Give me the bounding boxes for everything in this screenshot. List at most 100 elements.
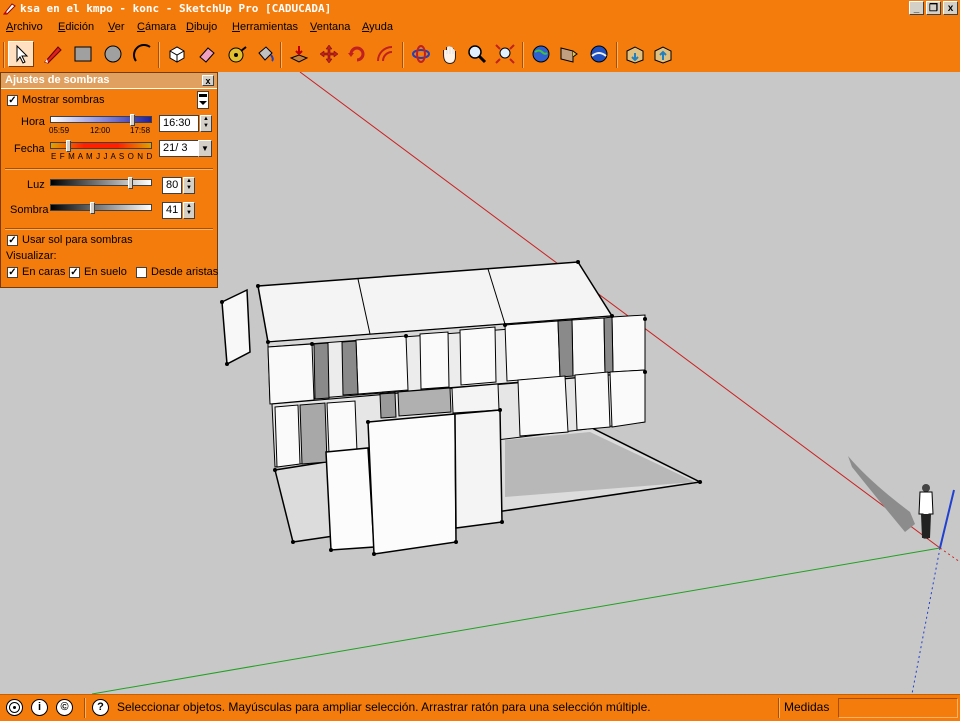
offset-tool-button[interactable]	[372, 41, 398, 67]
date-label: Fecha	[14, 143, 45, 155]
paint-bucket-icon	[258, 46, 274, 62]
chevron-down-icon	[199, 101, 207, 105]
menu-ver[interactable]: Ver	[108, 21, 125, 33]
make-component-tool-button[interactable]	[164, 41, 190, 67]
measurements-field[interactable]	[838, 698, 958, 718]
pencil-tool-button[interactable]	[40, 41, 66, 67]
close-button[interactable]: x	[943, 1, 958, 15]
share-model-tool-button[interactable]	[556, 41, 582, 67]
make-component-icon	[169, 46, 185, 63]
shade-slider-thumb[interactable]	[89, 202, 95, 214]
paint-bucket-tool-button[interactable]	[252, 41, 278, 67]
menu-edicion[interactable]: Edición	[58, 21, 94, 33]
red-axis-dashed	[939, 547, 960, 563]
hour-min: 05:59	[49, 126, 70, 135]
date-slider[interactable]	[50, 142, 152, 149]
menu-ventana[interactable]: Ventana	[310, 21, 350, 33]
zoom-tool-button[interactable]	[464, 41, 490, 67]
panel-close-button[interactable]: x	[202, 75, 214, 86]
eraser-tool-button[interactable]	[194, 41, 220, 67]
select-tool-button[interactable]	[8, 41, 34, 67]
orbit-tool-button[interactable]	[408, 41, 434, 67]
toolbar-grip	[3, 42, 5, 68]
menu-camara[interactable]: Cámara	[137, 21, 176, 33]
toolbar-separator	[616, 42, 618, 68]
status-separator	[84, 698, 86, 718]
info-icon[interactable]: i	[31, 699, 48, 716]
light-spinner[interactable]: ▲ ▼	[183, 177, 195, 194]
arc-tool-button[interactable]	[130, 41, 156, 67]
move-icon	[319, 44, 339, 64]
hour-max: 17:58	[130, 126, 151, 135]
tape-measure-tool-button[interactable]	[224, 41, 250, 67]
panel-divider	[5, 168, 213, 170]
shade-label: Sombra	[10, 204, 49, 216]
light-slider[interactable]	[50, 179, 152, 186]
rectangle-tool-button[interactable]	[70, 41, 96, 67]
from-edges-label: Desde aristas	[151, 266, 219, 278]
date-field[interactable]: 21/ 3	[159, 140, 199, 157]
orbit-icon	[412, 45, 430, 63]
date-months: E F M A M J J A S O N D	[51, 152, 153, 161]
select-icon	[16, 44, 29, 64]
warehouse-tool-button[interactable]	[622, 41, 648, 67]
help-icon[interactable]: ?	[92, 699, 109, 716]
light-slider-thumb[interactable]	[127, 177, 133, 189]
zoom-extents-tool-button[interactable]	[492, 41, 518, 67]
circle-icon	[104, 45, 122, 63]
status-message: Seleccionar objetos. Mayúsculas para amp…	[117, 700, 651, 714]
human-figure	[918, 484, 934, 539]
shade-field[interactable]: 41	[162, 202, 182, 219]
push-pull-icon	[289, 46, 309, 63]
menu-archivo[interactable]: Archivo	[6, 21, 43, 33]
hour-slider-thumb[interactable]	[129, 114, 135, 126]
panel-title: Ajustes de sombras	[5, 74, 110, 86]
shadow-settings-panel: Ajustes de sombras x ✓ Mostrar sombras H…	[0, 72, 218, 288]
credits-icon[interactable]: ©	[56, 699, 73, 716]
on-ground-checkbox[interactable]: ✓	[69, 267, 80, 278]
menu-dibujo[interactable]: Dibujo	[186, 21, 217, 33]
hour-field[interactable]: 16:30	[159, 115, 199, 132]
window-title: ksa en el kmpo - konc - SketchUp Pro [CA…	[20, 2, 332, 15]
collapse-icon	[199, 94, 207, 97]
push-pull-tool-button[interactable]	[286, 41, 312, 67]
toolbar-separator	[280, 42, 282, 68]
get-models-tool-button[interactable]	[528, 41, 554, 67]
google-earth-tool-button[interactable]	[586, 41, 612, 67]
main-toolbar	[0, 38, 960, 73]
shade-slider[interactable]	[50, 204, 152, 211]
panel-expand-toggle[interactable]	[197, 91, 209, 109]
hour-slider[interactable]	[50, 116, 152, 123]
minimize-button[interactable]: _	[909, 1, 924, 15]
blue-axis-dashed	[911, 547, 941, 694]
light-field[interactable]: 80	[162, 177, 182, 194]
show-shadows-label: Mostrar sombras	[22, 94, 105, 106]
geo-location-icon[interactable]	[6, 699, 23, 716]
circle-tool-button[interactable]	[100, 41, 126, 67]
pencil-icon	[44, 46, 62, 64]
menu-ayuda[interactable]: Ayuda	[362, 21, 393, 33]
blue-axis	[939, 489, 955, 549]
side-panel-left	[221, 288, 251, 366]
show-shadows-checkbox[interactable]: ✓	[7, 95, 18, 106]
shade-spinner[interactable]: ▲ ▼	[183, 202, 195, 219]
use-sun-checkbox[interactable]: ✓	[7, 235, 18, 246]
pan-tool-button[interactable]	[436, 41, 462, 67]
move-tool-button[interactable]	[316, 41, 342, 67]
toolbar-separator	[522, 42, 524, 68]
share-model-icon	[560, 47, 578, 63]
date-dropdown-button[interactable]: ▼	[198, 140, 212, 157]
date-slider-thumb[interactable]	[66, 140, 72, 152]
from-edges-checkbox[interactable]	[136, 267, 147, 278]
restore-button[interactable]: ❐	[926, 1, 941, 15]
front-door-panel	[367, 413, 457, 555]
hour-label: Hora	[21, 116, 45, 128]
front-panel-right	[454, 409, 503, 529]
menu-herramientas[interactable]: Herramientas	[232, 21, 298, 33]
on-faces-checkbox[interactable]: ✓	[7, 267, 18, 278]
rotate-tool-button[interactable]	[344, 41, 370, 67]
display-label: Visualizar:	[6, 250, 57, 262]
panel-title-bar[interactable]: Ajustes de sombras x	[1, 73, 217, 89]
hour-spinner[interactable]: ▲ ▼	[200, 115, 212, 132]
share-component-tool-button[interactable]	[650, 41, 676, 67]
